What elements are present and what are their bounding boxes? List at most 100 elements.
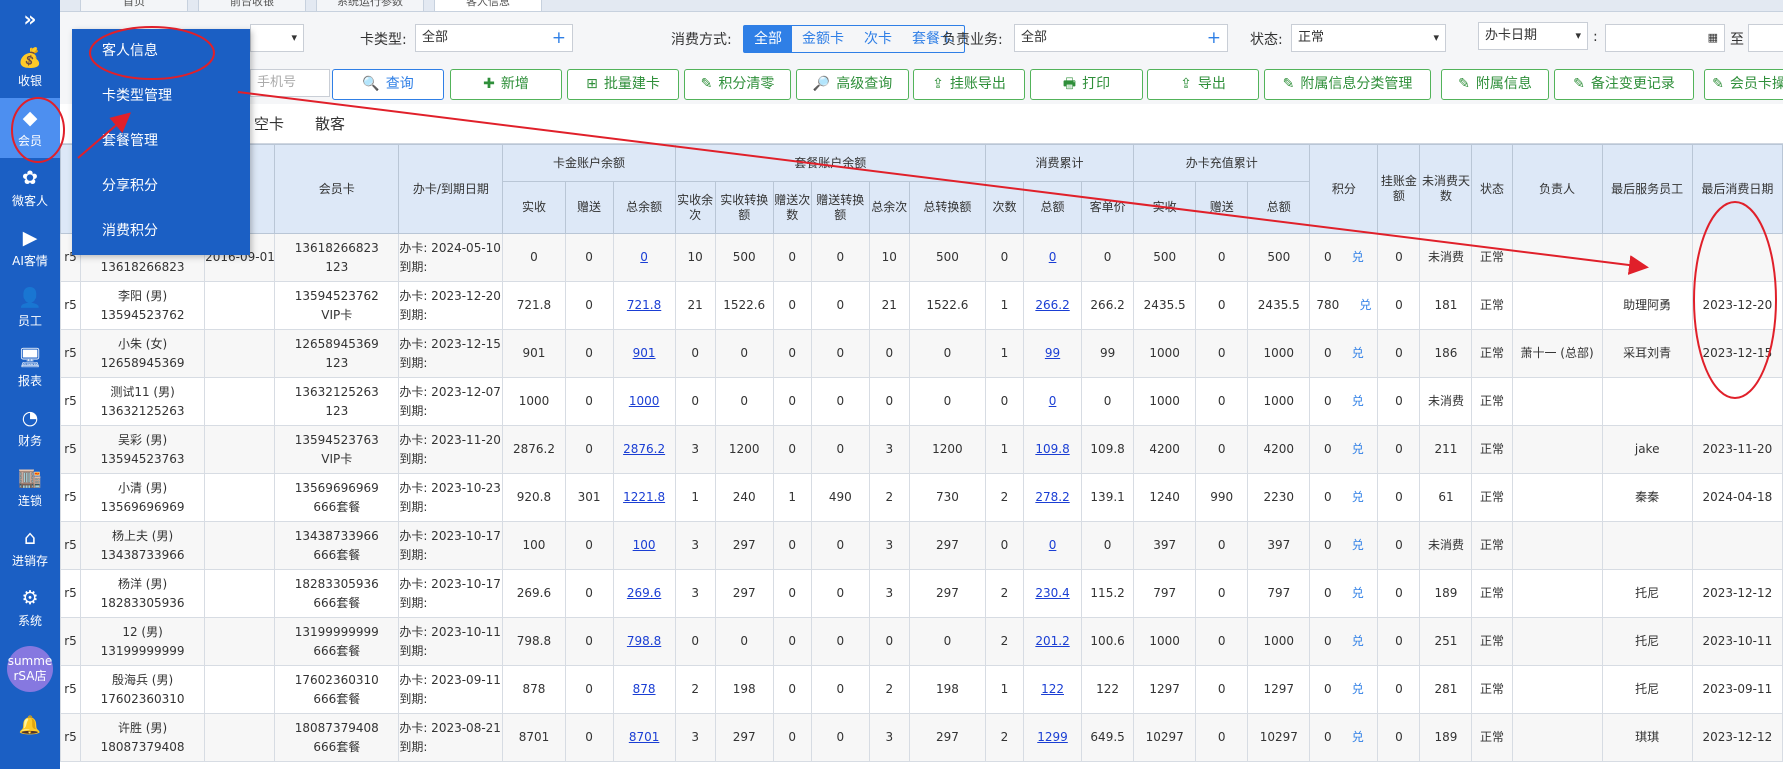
tab-home[interactable]: 首页 xyxy=(80,0,188,11)
toolbar-button-7[interactable]: ⇪ 导出 xyxy=(1147,69,1259,100)
col-header-days[interactable]: 未消费天数 xyxy=(1419,144,1473,234)
status-select[interactable]: 正常 ▾ xyxy=(1291,24,1446,52)
toolbar-button-1[interactable]: ✚ 新增 xyxy=(450,69,562,100)
cell-text[interactable]: 1299 xyxy=(1037,730,1068,744)
date-to-input[interactable] xyxy=(1748,24,1783,52)
table-row[interactable]: r5 许胜 (男) 18087379408 18087379408 666套餐 办卡: 2… xyxy=(60,713,1783,762)
sidebar-item-2[interactable]: ✿ 微客人 xyxy=(0,158,60,218)
cell-text[interactable]: 1221.8 xyxy=(623,490,665,504)
collapse-sidebar-icon[interactable]: » xyxy=(0,0,60,38)
cell-text[interactable]: 0 xyxy=(640,250,648,264)
table-row[interactable]: r5 12 (男) 13199999999 13199999999 666套餐 办卡: 2… xyxy=(60,617,1783,666)
cell-text[interactable]: 269.6 xyxy=(627,586,661,600)
redeem-link[interactable]: 兑 xyxy=(1352,346,1364,360)
cell-text[interactable]: 2876.2 xyxy=(623,442,665,456)
table-row[interactable]: r5 杨洋 (男) 18283305936 18283305936 666套餐 办卡: 2… xyxy=(60,569,1783,618)
table-row[interactable]: r5 殷海兵 (男) 17602360310 17602360310 666套餐 办卡: … xyxy=(60,665,1783,714)
subtab-walk-in[interactable]: 散客 xyxy=(315,113,345,134)
store-badge[interactable]: summe rSA店 xyxy=(7,646,53,692)
plus-icon[interactable]: + xyxy=(552,25,566,51)
cell-text[interactable]: 0 xyxy=(1049,394,1057,408)
cell-text[interactable]: 1000 xyxy=(629,394,660,408)
col-header[interactable]: 赠送转换额 xyxy=(810,181,870,234)
table-row[interactable]: r5 杨上夫 (男) 13438733966 13438733966 666套餐 办卡: … xyxy=(60,521,1783,570)
menu-item-package-management[interactable]: 套餐管理 xyxy=(72,119,250,164)
sidebar-item-6[interactable]: ◔ 财务 xyxy=(0,398,60,458)
col-header[interactable]: 总额 xyxy=(1023,181,1083,234)
cell-text[interactable]: 878 xyxy=(633,682,656,696)
cell-text[interactable]: 901 xyxy=(633,346,656,360)
tab-system-params[interactable]: 系统运行参数 xyxy=(316,0,424,11)
sidebar-item-0[interactable]: 💰 收银 xyxy=(0,38,60,98)
toolbar-button-5[interactable]: ⇪ 挂账导出 xyxy=(913,69,1025,100)
toolbar-button-2[interactable]: ⊞ 批量建卡 xyxy=(567,69,679,100)
col-header-status[interactable]: 状态 xyxy=(1471,144,1513,234)
toolbar-button-11[interactable]: ✎ 会员卡操 xyxy=(1704,69,1783,100)
redeem-link[interactable]: 兑 xyxy=(1352,538,1364,552)
cell-text[interactable]: 201.2 xyxy=(1035,634,1069,648)
col-header-on-account[interactable]: 挂账金额 xyxy=(1377,144,1421,234)
cell-text[interactable]: 0 xyxy=(1049,538,1057,552)
cell-text[interactable]: 798.8 xyxy=(627,634,661,648)
toolbar-button-0[interactable]: 🔍 查询 xyxy=(332,69,444,100)
sidebar-item-1[interactable]: ◆ 会员 xyxy=(0,98,60,158)
subtab-empty-card[interactable]: 空卡 xyxy=(254,113,284,134)
cell-text[interactable]: 0 xyxy=(1049,250,1057,264)
table-row[interactable]: r5 小朱 (女) 12658945369 12658945369 123 办卡: 202… xyxy=(60,329,1783,378)
toolbar-button-8[interactable]: ✎ 附属信息分类管理 xyxy=(1264,69,1431,100)
sidebar-item-5[interactable]: 🖥 报表 xyxy=(0,338,60,398)
cell-text[interactable]: 230.4 xyxy=(1035,586,1069,600)
redeem-link[interactable]: 兑 xyxy=(1359,298,1371,312)
table-row[interactable]: r5 小清 (男) 13569696969 13569696969 666套餐 办卡: 2… xyxy=(60,473,1783,522)
col-header[interactable]: 赠送次数 xyxy=(772,181,812,234)
redeem-link[interactable]: 兑 xyxy=(1352,682,1364,696)
calendar-icon[interactable]: ▦ xyxy=(1708,25,1718,51)
pay-method-count-card[interactable]: 次卡 xyxy=(854,26,902,52)
col-header[interactable]: 总余额 xyxy=(612,181,676,234)
col-header[interactable]: 实收余次 xyxy=(674,181,716,234)
col-header-card-dates[interactable]: 办卡/到期日期 xyxy=(398,144,504,234)
col-header[interactable]: 赠送 xyxy=(564,181,614,234)
col-header[interactable]: 次数 xyxy=(984,181,1025,234)
cell-text[interactable]: 266.2 xyxy=(1035,298,1069,312)
toolbar-button-6[interactable]: 🖶 打印 xyxy=(1030,69,1143,100)
toolbar-button-9[interactable]: ✎ 附属信息 xyxy=(1441,69,1549,100)
sidebar-item-8[interactable]: ⌂ 进销存 xyxy=(0,518,60,578)
table-row[interactable]: r5 吴彩 (男) 13594523763 13594523763 VIP卡 办卡: 20… xyxy=(60,425,1783,474)
toolbar-button-10[interactable]: ✎ 备注变更记录 xyxy=(1554,69,1694,100)
redeem-link[interactable]: 兑 xyxy=(1352,250,1364,264)
owner-select[interactable]: 全部 + xyxy=(1014,24,1228,52)
col-header[interactable]: 总余次 xyxy=(868,181,910,234)
sidebar-item-3[interactable]: ▶ AI客情 xyxy=(0,218,60,278)
tab-front-cashier[interactable]: 前台收银 xyxy=(198,0,306,11)
cell-text[interactable]: 278.2 xyxy=(1035,490,1069,504)
cell-text[interactable]: 721.8 xyxy=(627,298,661,312)
col-header[interactable]: 客单价 xyxy=(1081,181,1135,234)
col-header[interactable]: 总转换额 xyxy=(908,181,986,234)
table-row[interactable]: r5 李阳 (男) 13594523762 13594523762 VIP卡 办卡: 20… xyxy=(60,281,1783,330)
cell-text[interactable]: 8701 xyxy=(629,730,660,744)
menu-item-consumption-points[interactable]: 消费积分 xyxy=(72,209,250,254)
cell-text[interactable]: 122 xyxy=(1041,682,1064,696)
date-type-select[interactable]: 办卡日期 ▾ xyxy=(1478,22,1588,50)
tab-guest-info[interactable]: 客人信息 xyxy=(434,0,542,11)
col-header[interactable]: 实收 xyxy=(502,181,566,234)
pay-method-all[interactable]: 全部 xyxy=(744,26,792,52)
sidebar-item-9[interactable]: ⚙ 系统 xyxy=(0,578,60,638)
redeem-link[interactable]: 兑 xyxy=(1352,394,1364,408)
sidebar-item-7[interactable]: 🏬 连锁 xyxy=(0,458,60,518)
col-header-last-staff[interactable]: 最后服务员工 xyxy=(1601,144,1693,234)
redeem-link[interactable]: 兑 xyxy=(1352,490,1364,504)
col-header[interactable]: 总额 xyxy=(1247,181,1311,234)
col-header-points[interactable]: 积分 xyxy=(1309,144,1379,234)
first-select[interactable]: ▾ xyxy=(250,24,304,52)
phone-input[interactable]: 手机号 xyxy=(250,69,330,97)
cell-text[interactable]: 109.8 xyxy=(1035,442,1069,456)
cell-text[interactable]: 100 xyxy=(633,538,656,552)
col-header-member-card[interactable]: 会员卡 xyxy=(274,144,400,234)
redeem-link[interactable]: 兑 xyxy=(1352,442,1364,456)
menu-item-card-type-management[interactable]: 卡类型管理 xyxy=(72,74,250,119)
col-header[interactable]: 实收 xyxy=(1133,181,1197,234)
redeem-link[interactable]: 兑 xyxy=(1352,586,1364,600)
redeem-link[interactable]: 兑 xyxy=(1352,730,1364,744)
